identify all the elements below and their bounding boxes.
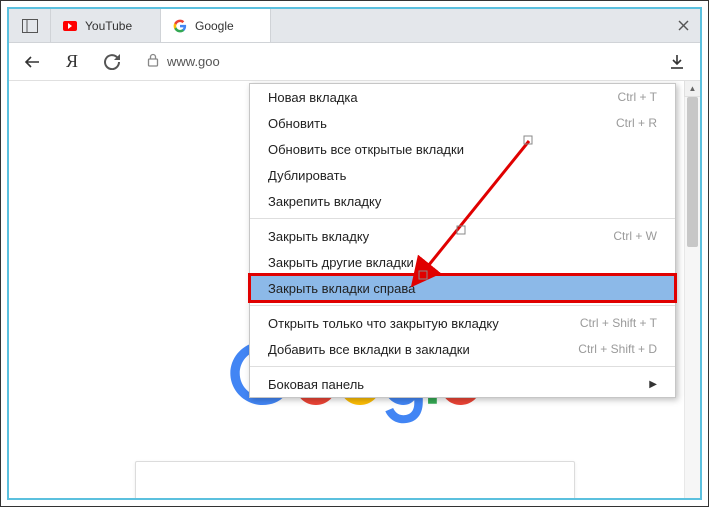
download-icon bbox=[670, 54, 684, 70]
scrollbar-thumb[interactable] bbox=[687, 97, 698, 247]
yandex-home-button[interactable]: Я bbox=[59, 49, 85, 75]
menu-new-tab[interactable]: Новая вкладка Ctrl + T bbox=[250, 84, 675, 110]
url-text: www.goo bbox=[167, 54, 220, 69]
menu-pin[interactable]: Закрепить вкладку bbox=[250, 188, 675, 214]
menu-separator bbox=[250, 366, 675, 367]
google-favicon-icon bbox=[173, 19, 187, 33]
menu-duplicate[interactable]: Дублировать bbox=[250, 162, 675, 188]
window-close-button[interactable] bbox=[666, 9, 700, 42]
panel-toggle[interactable] bbox=[9, 9, 51, 42]
menu-separator bbox=[250, 305, 675, 306]
menu-sidepanel[interactable]: Боковая панель ▶ bbox=[250, 371, 675, 397]
google-search-input[interactable] bbox=[135, 461, 575, 498]
menu-close-others[interactable]: Закрыть другие вкладки bbox=[250, 249, 675, 275]
tab-context-menu: Новая вкладка Ctrl + T Обновить Ctrl + R… bbox=[249, 83, 676, 398]
menu-reopen-closed[interactable]: Открыть только что закрытую вкладку Ctrl… bbox=[250, 310, 675, 336]
arrow-left-icon bbox=[24, 55, 40, 69]
browser-window: YouTube Google Я bbox=[7, 7, 702, 500]
reload-icon bbox=[104, 54, 120, 70]
toolbar: Я www.goo bbox=[9, 43, 700, 81]
panel-icon bbox=[22, 19, 38, 33]
downloads-button[interactable] bbox=[664, 49, 690, 75]
menu-close-tab[interactable]: Закрыть вкладку Ctrl + W bbox=[250, 223, 675, 249]
vertical-scrollbar[interactable] bbox=[684, 97, 700, 498]
close-icon bbox=[678, 20, 689, 31]
menu-close-right[interactable]: Закрыть вкладки справа bbox=[250, 275, 675, 301]
chevron-right-icon: ▶ bbox=[649, 379, 657, 390]
menu-separator bbox=[250, 218, 675, 219]
tab-label: YouTube bbox=[85, 19, 132, 33]
tab-strip: YouTube Google bbox=[9, 9, 700, 43]
tab-youtube[interactable]: YouTube bbox=[51, 9, 161, 42]
lock-icon bbox=[147, 53, 159, 70]
scroll-up-button[interactable]: ▲ bbox=[684, 81, 700, 97]
reload-button[interactable] bbox=[99, 49, 125, 75]
tab-google[interactable]: Google bbox=[161, 9, 271, 42]
menu-bookmark-all[interactable]: Добавить все вкладки в закладки Ctrl + S… bbox=[250, 336, 675, 362]
page-content: ▲ Новая вкладка Ctrl + T Обновить Ctrl +… bbox=[9, 81, 700, 498]
youtube-icon bbox=[63, 19, 77, 33]
menu-reload[interactable]: Обновить Ctrl + R bbox=[250, 110, 675, 136]
menu-reload-all[interactable]: Обновить все открытые вкладки bbox=[250, 136, 675, 162]
tab-label: Google bbox=[195, 19, 234, 33]
address-bar[interactable]: www.goo bbox=[139, 48, 650, 76]
back-button[interactable] bbox=[19, 49, 45, 75]
